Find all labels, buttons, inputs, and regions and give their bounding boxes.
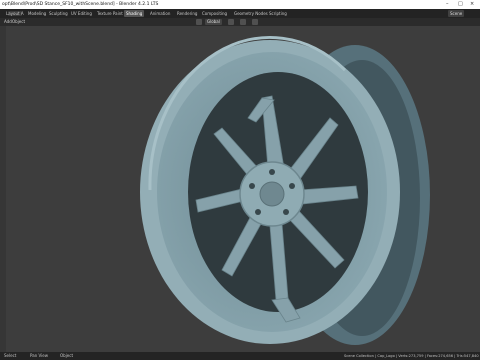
status-bar: Select Pan View Object Scene Collection … <box>0 352 480 360</box>
lug-hole-1 <box>269 169 275 175</box>
wheel-model[interactable] <box>0 0 480 360</box>
status-select-hint: Select <box>4 353 17 358</box>
status-object-hint: Object <box>60 353 74 358</box>
status-scene-stats: Scene Collection | Cap_Logo | Verts:273,… <box>344 354 479 358</box>
lug-hole-4 <box>255 209 261 215</box>
status-pan-hint: Pan View <box>30 353 48 358</box>
lug-hole-3 <box>283 209 289 215</box>
hub-inner <box>259 181 285 207</box>
lug-hole-5 <box>249 183 255 189</box>
lug-hole-2 <box>289 183 295 189</box>
